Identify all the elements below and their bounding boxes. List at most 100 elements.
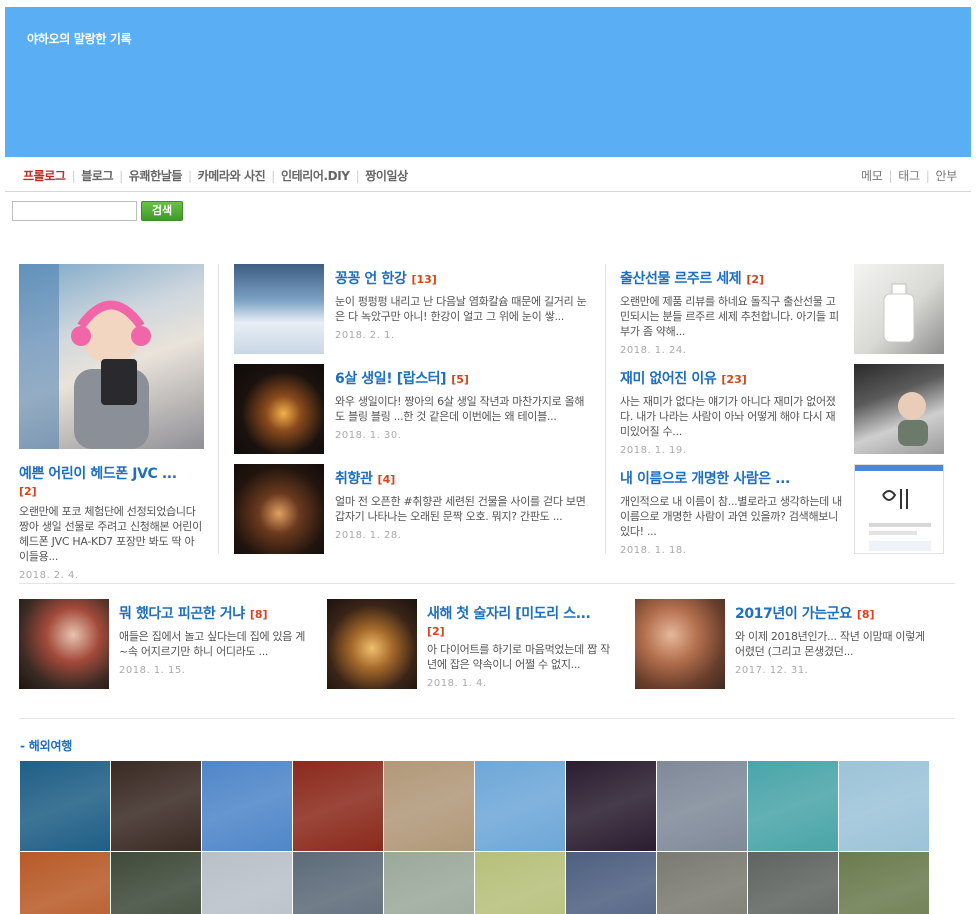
post-excerpt[interactable]: 아 다이어트를 하기로 마음먹었는데 짭 작년에 잡은 약속이니 어쩔 수 없지… [427, 642, 617, 672]
nav-item-memo[interactable]: 메모 [861, 167, 883, 184]
post-thumbnail[interactable] [854, 464, 944, 554]
comment-count[interactable]: [5] [451, 373, 469, 386]
document-icon [855, 465, 943, 551]
nav-separator: | [119, 168, 123, 183]
post-excerpt[interactable]: 애들은 집에서 놀고 싶다는데 집에 있음 계~속 어지르기만 하니 어디라도 … [119, 629, 309, 659]
gallery-thumbnail[interactable] [839, 761, 929, 851]
comment-count[interactable]: [8] [857, 608, 875, 621]
gallery-thumbnail[interactable] [111, 761, 201, 851]
post-thumbnail[interactable] [234, 364, 324, 454]
post-item[interactable]: 6살 생일! [랍스터] [5] 와우 생일이다! 짱아의 6살 생일 작년과 … [234, 364, 594, 454]
post-thumbnail[interactable] [854, 364, 944, 454]
nav-separator: | [188, 168, 192, 183]
section-title[interactable]: - 해외여행 [20, 737, 72, 754]
post-title[interactable]: 재미 없어진 이유 [620, 371, 717, 387]
featured-thumbnail[interactable] [19, 264, 204, 449]
gallery-thumbnail[interactable] [20, 852, 110, 914]
nav-item-guestbook[interactable]: 안부 [936, 167, 958, 184]
gallery-thumbnail[interactable] [566, 761, 656, 851]
gallery-thumbnail[interactable] [384, 852, 474, 914]
nav-separator: | [888, 168, 893, 183]
comment-count[interactable]: [23] [721, 373, 746, 386]
nav-item-interior-diy[interactable]: 인테리어.DIY [281, 167, 350, 184]
search-input[interactable] [12, 201, 137, 221]
featured-comment-count[interactable]: [2] [19, 485, 204, 498]
gallery-thumbnail[interactable] [657, 852, 747, 914]
main-nav: 프롤로그 | 블로그 | 유쾌한날들 | 카메라와 사진 | 인테리어.DIY … [5, 158, 971, 192]
gallery-thumbnail[interactable] [20, 761, 110, 851]
post-date: 2018. 1. 30. [335, 430, 402, 441]
comment-count[interactable]: [8] [250, 608, 268, 621]
gallery-thumbnail[interactable] [657, 761, 747, 851]
nav-item-tag[interactable]: 태그 [898, 167, 920, 184]
featured-post[interactable]: 예쁜 어린이 헤드폰 JVC ... [2] 오랜만에 포코 체험단에 선정되었… [19, 264, 204, 581]
post-title[interactable]: 꽁꽁 언 한강 [335, 271, 407, 287]
nav-separator: | [925, 168, 930, 183]
post-date: 2018. 1. 24. [620, 345, 687, 356]
comment-count[interactable]: [4] [378, 473, 396, 486]
post-thumbnail[interactable] [854, 264, 944, 354]
post-excerpt[interactable]: 와우 생일이다! 짱아의 6살 생일 작년과 마찬가지로 올해도 블링 블링 .… [335, 394, 590, 424]
post-excerpt[interactable]: 오랜만에 제품 리뷰를 하네요 돌직구 출산선물 고민되시는 분들 르주르 세제… [620, 294, 842, 339]
gallery-thumbnail[interactable] [475, 852, 565, 914]
post-item[interactable]: 뭐 했다고 피곤한 거냐 [8] 애들은 집에서 놀고 싶다는데 집에 있음 계… [19, 599, 319, 689]
photo-icon [898, 392, 928, 446]
featured-title[interactable]: 예쁜 어린이 헤드폰 JVC ... [19, 463, 204, 483]
post-excerpt[interactable]: 개인적으로 내 이름이 참...별로라고 생각하는데 내 이름으로 개명한 사람… [620, 494, 842, 539]
post-item[interactable]: 재미 없어진 이유 [23] 사는 재미가 없다는 얘기가 아니다 재미가 없어… [620, 364, 945, 456]
post-item[interactable]: 취향관 [4] 얼마 전 오픈한 #취향관 세련된 건물을 사이를 걷다 보면 … [234, 464, 594, 554]
gallery-thumbnail[interactable] [293, 761, 383, 851]
nav-item-blog[interactable]: 블로그 [81, 167, 113, 184]
post-thumbnail[interactable] [327, 599, 417, 689]
post-excerpt[interactable]: 눈이 펑펑펑 내리고 난 다음날 염화칼슘 때문에 길거리 눈은 다 녹았구만 … [335, 294, 590, 324]
nav-item-prologue[interactable]: 프롤로그 [23, 167, 66, 184]
nav-left: 프롤로그 | 블로그 | 유쾌한날들 | 카메라와 사진 | 인테리어.DIY … [23, 167, 408, 184]
post-thumbnail[interactable] [234, 264, 324, 354]
site-title[interactable]: 야하오의 말랑한 기록 [27, 30, 132, 47]
post-title[interactable]: 6살 생일! [랍스터] [335, 371, 447, 387]
gallery-thumbnail[interactable] [748, 852, 838, 914]
post-thumbnail[interactable] [19, 599, 109, 689]
nav-item-camera-photo[interactable]: 카메라와 사진 [198, 167, 266, 184]
gallery-thumbnail[interactable] [748, 761, 838, 851]
post-item[interactable]: 2017년이 가는군요 [8] 와 이제 2018년인가... 작년 이맘때 이… [635, 599, 935, 689]
nav-separator: | [71, 168, 76, 183]
gallery-thumbnail[interactable] [384, 761, 474, 851]
photo-icon [19, 264, 151, 449]
section-divider [19, 718, 955, 719]
comment-count[interactable]: [13] [411, 273, 436, 286]
nav-item-daily[interactable]: 짱이일상 [365, 167, 408, 184]
gallery-thumbnail[interactable] [475, 761, 565, 851]
post-title[interactable]: 출산선물 르주르 세제 [620, 271, 742, 287]
post-excerpt[interactable]: 얼마 전 오픈한 #취향관 세련된 건물을 사이를 걷다 보면 갑자기 나타나는… [335, 494, 590, 524]
post-title[interactable]: 내 이름으로 개명한 사람은 ... [620, 471, 790, 487]
post-thumbnail[interactable] [635, 599, 725, 689]
post-item[interactable]: 새해 첫 술자리 [미도리 스... [2] 아 다이어트를 하기로 마음먹었는… [327, 599, 627, 689]
post-date: 2017. 12. 31. [735, 665, 809, 676]
post-title[interactable]: 취향관 [335, 471, 373, 487]
post-date: 2018. 1. 15. [119, 665, 186, 676]
gallery-thumbnail[interactable] [202, 761, 292, 851]
post-date: 2018. 1. 19. [620, 445, 687, 456]
post-thumbnail[interactable] [234, 464, 324, 554]
search-button[interactable]: 검색 [141, 201, 183, 221]
post-title[interactable]: 2017년이 가는군요 [735, 606, 852, 622]
gallery-thumbnail[interactable] [202, 852, 292, 914]
nav-item-fun-days[interactable]: 유쾌한날들 [129, 167, 183, 184]
post-excerpt[interactable]: 와 이제 2018년인가... 작년 이맘때 이렇게 어렸던 (그리고 몬생겼던… [735, 629, 925, 659]
gallery-thumbnail[interactable] [839, 852, 929, 914]
comment-count[interactable]: [2] [746, 273, 764, 286]
gallery-thumbnail[interactable] [566, 852, 656, 914]
comment-count[interactable]: [2] [427, 625, 617, 638]
header-banner: 야하오의 말랑한 기록 [5, 7, 971, 157]
post-title[interactable]: 새해 첫 술자리 [미도리 스... [427, 603, 617, 623]
gallery-thumbnail[interactable] [111, 852, 201, 914]
post-excerpt[interactable]: 사는 재미가 없다는 얘기가 아니다 재미가 없어졌다. 내가 나라는 사람이 … [620, 394, 842, 439]
post-item[interactable]: 출산선물 르주르 세제 [2] 오랜만에 제품 리뷰를 하네요 돌직구 출산선물… [620, 264, 945, 356]
section-divider [19, 583, 955, 584]
gallery-thumbnail[interactable] [293, 852, 383, 914]
post-title[interactable]: 뭐 했다고 피곤한 거냐 [119, 606, 245, 622]
post-item[interactable]: 꽁꽁 언 한강 [13] 눈이 펑펑펑 내리고 난 다음날 염화칼슘 때문에 길… [234, 264, 594, 354]
post-item[interactable]: 내 이름으로 개명한 사람은 ... 개인적으로 내 이름이 참...별로라고 … [620, 464, 945, 556]
featured-excerpt[interactable]: 오랜만에 포코 체험단에 선정되었습니다 짱아 생일 선물로 주려고 신청해본 … [19, 504, 204, 564]
